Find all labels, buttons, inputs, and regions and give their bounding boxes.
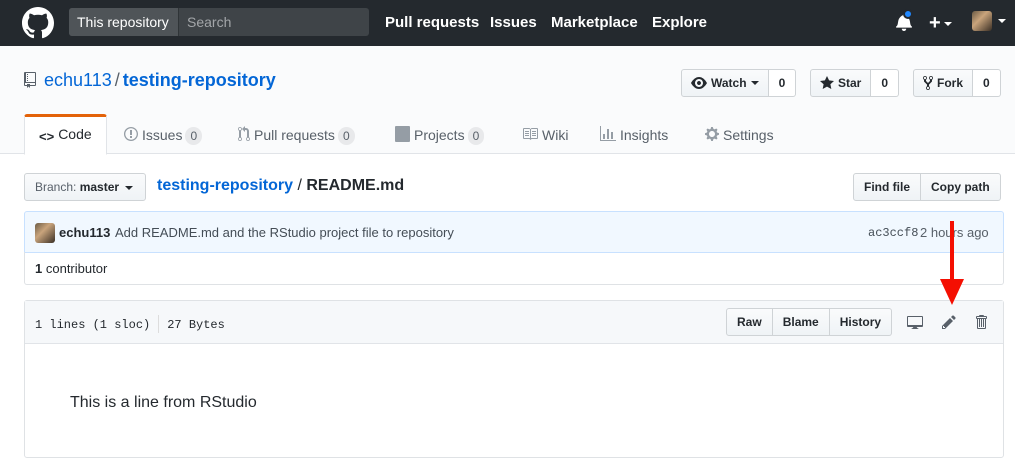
find-file-button[interactable]: Find file (853, 173, 921, 201)
tab-projects-label: Projects (414, 127, 465, 143)
eye-icon (691, 77, 707, 89)
repo-owner-link[interactable]: echu113 (44, 70, 112, 90)
branch-select-button[interactable]: Branch: master (24, 173, 146, 201)
repo-title: echu113/testing-repository (24, 70, 276, 91)
copy-path-button[interactable]: Copy path (921, 173, 1001, 201)
tab-wiki[interactable]: Wiki (508, 114, 582, 155)
search-box[interactable]: This repository (69, 8, 369, 36)
branch-prefix: Branch: (35, 180, 77, 194)
issues-counter: 0 (185, 127, 203, 145)
repo-icon (24, 72, 36, 88)
file-header: 1 lines (1 sloc) 27 Bytes Raw Blame Histo… (25, 301, 1003, 344)
trash-icon[interactable] (975, 314, 987, 330)
history-button[interactable]: History (829, 308, 893, 336)
annotation-arrow-icon (940, 221, 964, 305)
nav-pull-requests[interactable]: Pull requests (385, 14, 479, 31)
file-nav-actions: Find file Copy path (853, 173, 1001, 201)
fork-label: Fork (937, 76, 964, 90)
search-scope-label[interactable]: This repository (69, 8, 179, 36)
tab-issues[interactable]: Issues 0 (110, 114, 216, 155)
branch-name: master (79, 180, 120, 194)
tab-projects[interactable]: Projects 0 (381, 114, 498, 155)
tab-insights[interactable]: Insights (586, 114, 682, 155)
chevron-down-icon (125, 185, 134, 190)
watch-count[interactable]: 0 (768, 69, 797, 97)
star-icon (820, 76, 834, 89)
tab-settings-label: Settings (723, 127, 774, 143)
notification-indicator (903, 9, 913, 19)
commit-author[interactable]: echu113 (59, 225, 110, 240)
repository-header: echu113/testing-repository Watch 0 Star … (0, 46, 1015, 155)
projects-counter: 0 (467, 127, 485, 145)
repo-title-separator: / (114, 70, 120, 90)
fork-icon (923, 75, 933, 91)
tab-settings[interactable]: Settings (691, 114, 788, 155)
tab-code-label: Code (58, 126, 92, 142)
avatar[interactable] (35, 223, 55, 243)
watch-label: Watch (711, 76, 747, 90)
breadcrumb: testing-repository / README.md (157, 177, 404, 195)
file-view-buttons: Raw Blame History (726, 308, 893, 336)
star-button[interactable]: Star (810, 69, 872, 97)
commit-tease: echu113 Add README.md and the RStudio pr… (24, 211, 1004, 253)
tab-issues-label: Issues (142, 127, 183, 143)
raw-button[interactable]: Raw (726, 308, 773, 336)
user-avatar-menu[interactable] (972, 11, 1006, 31)
chevron-down-icon (997, 19, 1006, 23)
commit-sha[interactable]: ac3ccf8 (868, 226, 918, 240)
file-content: This is a line from RStudio (70, 394, 257, 411)
contributors-count: 1 (35, 261, 43, 276)
tab-pull-requests[interactable]: Pull requests 0 (224, 114, 369, 155)
fork-count[interactable]: 0 (973, 69, 1001, 97)
star-group: Star 0 (810, 69, 900, 97)
star-label: Star (838, 76, 862, 90)
project-icon (395, 126, 410, 142)
watch-group: Watch 0 (681, 69, 797, 97)
file-size: 27 Bytes (167, 318, 225, 332)
search-input[interactable] (181, 8, 367, 36)
tab-pull-requests-label: Pull requests (254, 127, 335, 143)
pencil-icon[interactable] (942, 314, 956, 330)
pull-request-icon (238, 126, 250, 141)
divider (158, 315, 160, 333)
plus-icon[interactable]: + (929, 13, 953, 33)
fork-group: Fork 0 (913, 69, 1001, 97)
file-box: 1 lines (1 sloc) 27 Bytes Raw Blame Histo… (24, 300, 1004, 458)
issue-icon (124, 127, 138, 141)
book-icon (523, 128, 538, 140)
tab-insights-label: Insights (620, 127, 669, 143)
graph-icon (600, 126, 616, 141)
nav-explore[interactable]: Explore (652, 14, 707, 31)
top-header: This repository Pull requests Issues Mar… (0, 0, 1015, 46)
commit-message[interactable]: Add README.md and the RStudio project fi… (115, 225, 454, 240)
file-info: 1 lines (1 sloc) 27 Bytes (35, 315, 225, 333)
watch-button[interactable]: Watch (681, 69, 769, 97)
tab-code[interactable]: <> Code (24, 114, 107, 155)
tab-wiki-label: Wiki (542, 127, 569, 143)
breadcrumb-file-name: README.md (306, 177, 405, 194)
contributors-bar[interactable]: 1 contributor (24, 252, 1004, 285)
contributors-label: contributor (45, 261, 108, 276)
pulls-counter: 0 (337, 127, 355, 145)
nav-issues[interactable]: Issues (490, 14, 537, 31)
github-logo-icon[interactable] (22, 7, 54, 39)
repo-name-link[interactable]: testing-repository (123, 70, 276, 90)
blame-button[interactable]: Blame (772, 308, 830, 336)
breadcrumb-repo-link[interactable]: testing-repository (157, 177, 293, 194)
star-count[interactable]: 0 (871, 69, 900, 97)
desktop-icon[interactable] (907, 314, 923, 330)
chevron-down-icon (750, 81, 759, 85)
nav-marketplace[interactable]: Marketplace (551, 14, 638, 31)
gear-icon (705, 127, 719, 141)
file-lines: 1 lines (1 sloc) (35, 318, 151, 332)
fork-button[interactable]: Fork (913, 69, 974, 97)
code-icon: <> (39, 129, 55, 144)
avatar[interactable] (972, 11, 992, 31)
breadcrumb-separator: / (297, 177, 302, 194)
